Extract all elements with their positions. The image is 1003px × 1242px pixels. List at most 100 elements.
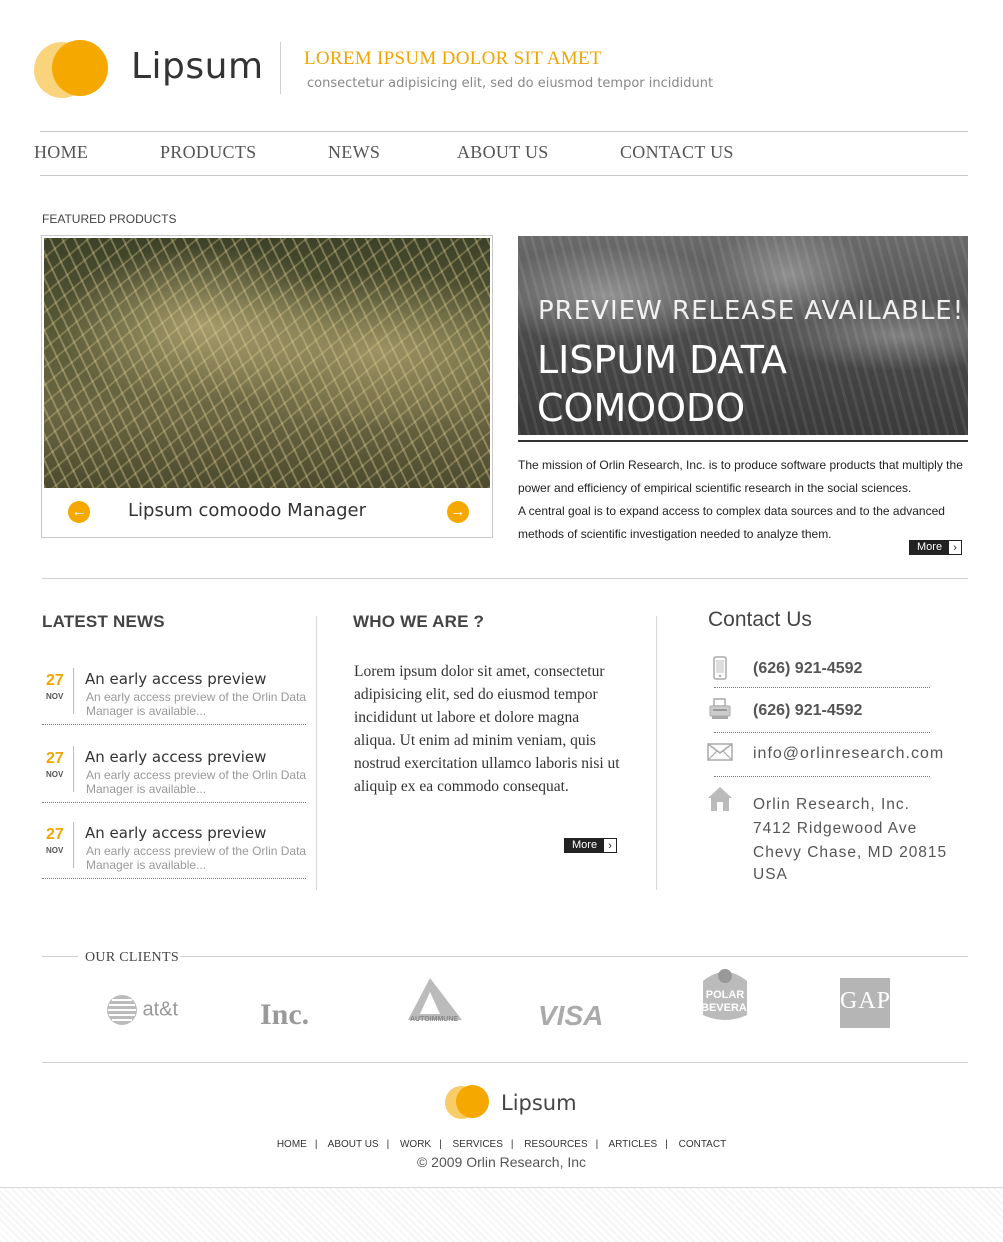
contact-fax-row: (626) 921-4592 xyxy=(706,698,930,734)
footer-link-services[interactable]: SERVICES xyxy=(452,1139,502,1150)
promo-small-title: PREVIEW RELEASE AVAILABLE! xyxy=(538,296,965,326)
nav-products[interactable]: PRODUCTS xyxy=(160,142,256,163)
news-title[interactable]: An early access preview xyxy=(85,748,266,766)
mission-paragraph-1: The mission of Orlin Research, Inc. is t… xyxy=(518,458,963,495)
featured-slider: ← Lipsum comoodo Manager → xyxy=(41,235,493,538)
link-separator: | xyxy=(665,1139,668,1150)
contact-address: Orlin Research, Inc. 7412 Ridgewood Ave … xyxy=(753,793,947,885)
home-icon xyxy=(706,786,734,812)
mission-text: The mission of Orlin Research, Inc. is t… xyxy=(518,454,966,546)
contact-email[interactable]: info@orlinresearch.com xyxy=(753,745,944,763)
news-month: NOV xyxy=(46,846,64,855)
nav-bottom-border xyxy=(40,175,968,176)
nav-contact-us[interactable]: CONTACT US xyxy=(620,142,734,163)
news-date-divider xyxy=(73,822,74,868)
copyright: © 2009 Orlin Research, Inc xyxy=(416,1154,587,1170)
nav-top-border xyxy=(40,131,968,132)
client-logo-autoimmune[interactable]: AUTOIMMUNE xyxy=(404,976,466,1028)
contact-phone[interactable]: (626) 921-4592 xyxy=(753,660,862,678)
who-more-button[interactable]: More › xyxy=(564,838,618,853)
who-we-are-title: WHO WE ARE ? xyxy=(353,612,485,631)
contact-divider xyxy=(714,776,930,777)
who-we-are-text: Lorem ipsum dolor sit amet, consectetur … xyxy=(354,663,620,795)
column-separator xyxy=(316,616,317,890)
news-date-divider xyxy=(73,668,74,714)
promo-more-button[interactable]: More › xyxy=(909,540,963,555)
section-divider xyxy=(42,578,968,579)
news-item[interactable]: 27 NOV An early access preview An early … xyxy=(42,818,306,879)
logo-text[interactable]: Lipsum xyxy=(131,46,264,87)
header-subtagline: consectetur adipisicing elit, sed do eiu… xyxy=(307,76,714,91)
footer-link-work[interactable]: WORK xyxy=(400,1139,431,1150)
address-line-3: Chevy Chase, MD 20815 xyxy=(753,844,948,861)
news-title[interactable]: An early access preview xyxy=(85,824,266,842)
news-description: An early access preview of the Orlin Dat… xyxy=(86,768,307,796)
contact-divider xyxy=(714,732,930,733)
link-separator: | xyxy=(595,1139,599,1150)
more-label: More xyxy=(572,839,598,851)
slider-caption-bar: ← Lipsum comoodo Manager → xyxy=(44,488,490,535)
footer-logo-text[interactable]: Lipsum xyxy=(501,1091,577,1115)
header-tagline: LOREM IPSUM DOLOR SIT AMET xyxy=(304,48,602,69)
news-title[interactable]: An early access preview xyxy=(85,670,266,688)
news-date-divider xyxy=(73,746,74,792)
address-line-2: 7412 Ridgewood Ave xyxy=(753,820,918,837)
news-day: 27 xyxy=(46,672,64,689)
news-item[interactable]: 27 NOV An early access preview An early … xyxy=(42,742,306,803)
news-month: NOV xyxy=(46,692,64,701)
nav-news[interactable]: NEWS xyxy=(328,142,380,163)
client-logo-gap[interactable]: GAP xyxy=(840,978,890,1028)
logo-mark[interactable] xyxy=(34,40,110,100)
contact-phone-row: (626) 921-4592 xyxy=(706,656,930,690)
client-logo-inc[interactable]: Inc. xyxy=(260,998,309,1032)
contact-fax[interactable]: (626) 921-4592 xyxy=(753,702,862,720)
contact-title: Contact Us xyxy=(708,608,812,631)
clients-label: OUR CLIENTS xyxy=(85,950,179,965)
bottom-pattern-band xyxy=(0,1187,1003,1242)
link-separator: | xyxy=(314,1139,318,1150)
arrow-left-icon[interactable]: ← xyxy=(68,501,90,523)
link-separator: | xyxy=(510,1139,514,1150)
promo-underline xyxy=(518,440,968,442)
slider-image xyxy=(44,238,490,488)
footer-divider xyxy=(42,1062,968,1063)
promo-banner[interactable]: PREVIEW RELEASE AVAILABLE! LISPUM DATA C… xyxy=(518,236,968,435)
autoimmune-logo-text: AUTOIMMUNE xyxy=(410,1016,459,1023)
latest-news-title: LATEST NEWS xyxy=(42,612,165,631)
footer-link-contact[interactable]: CONTACT xyxy=(679,1139,727,1150)
chevron-right-icon: › xyxy=(948,540,963,555)
nav-home[interactable]: HOME xyxy=(34,142,88,163)
news-description: An early access preview of the Orlin Dat… xyxy=(86,844,307,872)
footer-link-resources[interactable]: RESOURCES xyxy=(524,1139,587,1150)
fax-icon xyxy=(706,698,734,724)
footer-link-home[interactable]: HOME xyxy=(277,1139,307,1150)
chevron-right-icon: › xyxy=(603,838,618,853)
contact-divider xyxy=(714,687,930,688)
footer-link-articles[interactable]: ARTICLES xyxy=(608,1139,657,1150)
client-logo-att[interactable]: at&t xyxy=(106,994,178,1026)
news-day: 27 xyxy=(46,826,64,843)
gap-logo-text: GAP xyxy=(840,988,892,1014)
footer-link-about-us[interactable]: ABOUT US xyxy=(328,1139,379,1150)
slider-caption: Lipsum comoodo Manager xyxy=(128,500,367,521)
address-line-1: Orlin Research, Inc. xyxy=(753,796,910,813)
news-description: An early access preview of the Orlin Dat… xyxy=(86,690,307,718)
client-logo-visa[interactable]: VISA xyxy=(538,1000,603,1032)
footer-logo-mark[interactable] xyxy=(445,1085,491,1121)
header-separator xyxy=(280,42,281,94)
contact-email-row: info@orlinresearch.com xyxy=(706,742,943,778)
address-line-4: USA xyxy=(753,866,788,883)
promo-big-title: LISPUM DATA COMOODO xyxy=(537,338,787,430)
clients-rule-right xyxy=(180,956,968,957)
clients-rule-left xyxy=(42,956,78,957)
mobile-phone-icon xyxy=(706,656,734,682)
nav-about-us[interactable]: ABOUT US xyxy=(457,142,549,163)
more-label: More xyxy=(917,541,943,553)
polar-logo-text: POLAR BEVERAGES xyxy=(701,989,771,1014)
news-item[interactable]: 27 NOV An early access preview An early … xyxy=(42,664,306,725)
contact-address-row: Orlin Research, Inc. 7412 Ridgewood Ave … xyxy=(706,786,946,886)
news-month: NOV xyxy=(46,770,64,779)
client-logo-polar[interactable]: POLAR BEVERAGES xyxy=(697,965,771,1027)
arrow-right-icon[interactable]: → xyxy=(447,501,469,523)
column-separator xyxy=(656,616,657,890)
